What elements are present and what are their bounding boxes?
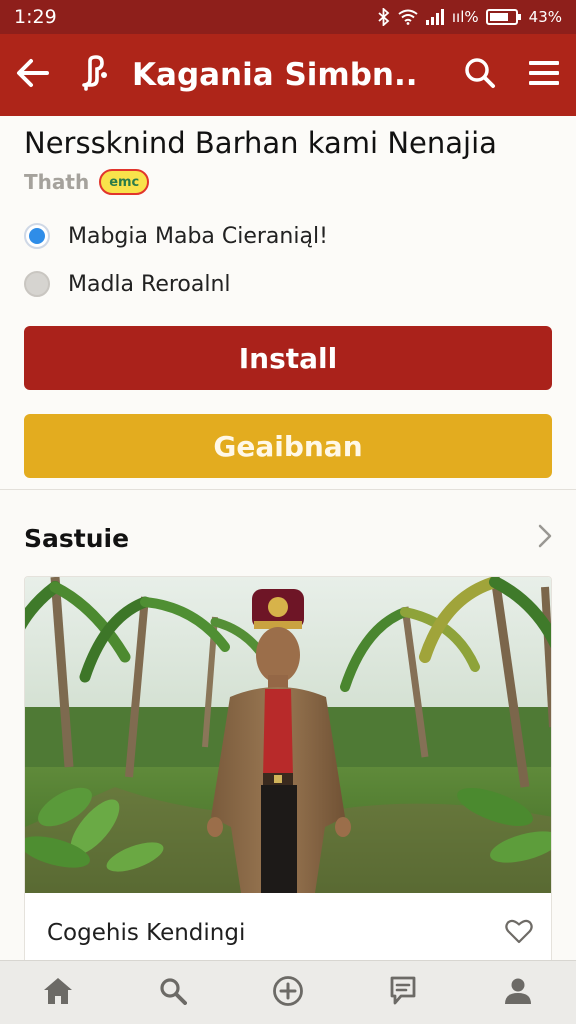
nav-home[interactable] bbox=[28, 963, 88, 1023]
bluetooth-icon bbox=[377, 8, 391, 26]
home-icon bbox=[43, 977, 73, 1009]
signal-icon bbox=[425, 9, 445, 25]
section-header[interactable]: Sastuie bbox=[24, 490, 552, 576]
option-row-2[interactable]: Madla Reroalnl bbox=[24, 260, 552, 308]
secondary-button[interactable]: Geaibnan bbox=[24, 414, 552, 478]
publisher-row: Thath emc bbox=[24, 166, 552, 198]
heart-icon[interactable] bbox=[505, 918, 533, 948]
option-row-1[interactable]: Mabgia Maba Cieraniąl! bbox=[24, 212, 552, 260]
radio-selected[interactable] bbox=[24, 223, 50, 249]
status-bar: 1:29 ııl% 43% bbox=[0, 0, 576, 34]
section-title: Sastuie bbox=[24, 523, 130, 553]
app-logo-icon bbox=[80, 55, 112, 95]
search-icon bbox=[464, 57, 496, 93]
plantation-portrait-image bbox=[25, 577, 551, 893]
nav-add[interactable] bbox=[258, 963, 318, 1023]
battery-level: 43% bbox=[528, 8, 562, 26]
app-logo-button[interactable] bbox=[64, 34, 128, 116]
publisher-name[interactable]: Thath bbox=[24, 170, 89, 194]
install-button[interactable]: Install bbox=[24, 326, 552, 390]
app-bar: Kagania Simbn.. bbox=[0, 34, 576, 116]
back-button[interactable] bbox=[0, 34, 64, 116]
chevron-right-icon[interactable] bbox=[538, 524, 552, 552]
photo-card[interactable]: Cogehis Kendingi bbox=[24, 576, 552, 960]
option-label-1: Mabgia Maba Cieraniąl! bbox=[68, 223, 328, 249]
menu-icon bbox=[529, 60, 559, 90]
add-circle-icon bbox=[272, 975, 304, 1011]
search-button[interactable] bbox=[448, 34, 512, 116]
data-indicator: ııl% bbox=[451, 8, 479, 26]
wifi-icon bbox=[398, 9, 418, 25]
search-icon bbox=[159, 977, 187, 1009]
photo-caption: Cogehis Kendingi bbox=[47, 920, 246, 946]
back-arrow-icon bbox=[15, 58, 49, 92]
nav-profile[interactable] bbox=[488, 963, 548, 1023]
bottom-navigation bbox=[0, 960, 576, 1024]
content-area[interactable]: Nerssknind Barhan kami Nenajia Thath emc… bbox=[0, 116, 576, 960]
option-label-2: Madla Reroalnl bbox=[68, 271, 231, 297]
publisher-badge: emc bbox=[99, 169, 150, 195]
menu-button[interactable] bbox=[512, 34, 576, 116]
photo-caption-row: Cogehis Kendingi bbox=[25, 893, 551, 960]
app-name: Nerssknind Barhan kami Nenajia bbox=[24, 126, 497, 160]
featured-section: Sastuie Cogehis Kendingi bbox=[0, 490, 576, 960]
nav-messages[interactable] bbox=[373, 963, 433, 1023]
nav-search[interactable] bbox=[143, 963, 203, 1023]
battery-icon bbox=[485, 8, 522, 26]
status-time: 1:29 bbox=[14, 6, 57, 28]
status-icons: ııl% 43% bbox=[377, 8, 562, 26]
app-bar-title: Kagania Simbn.. bbox=[132, 57, 418, 93]
radio-unselected[interactable] bbox=[24, 271, 50, 297]
messages-icon bbox=[389, 976, 417, 1010]
app-listing-card: Nerssknind Barhan kami Nenajia Thath emc… bbox=[0, 116, 576, 490]
profile-icon bbox=[504, 977, 532, 1009]
